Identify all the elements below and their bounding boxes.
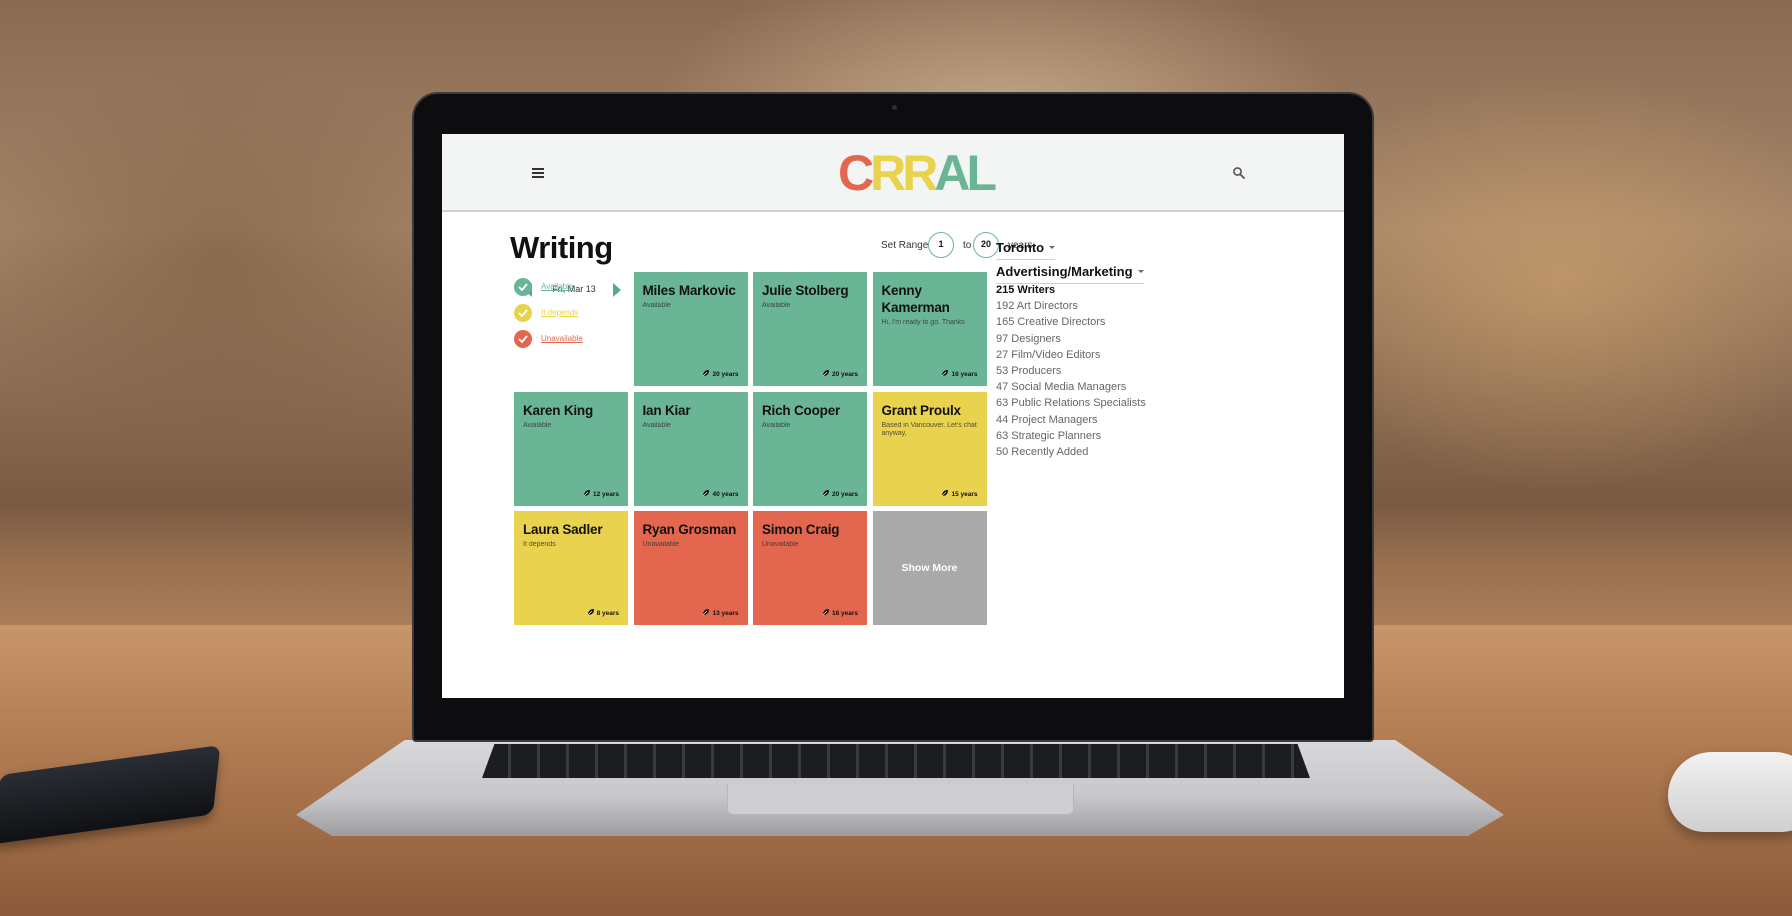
category-item[interactable]: 165 Creative Directors (996, 314, 1156, 330)
writer-status: Available (762, 302, 791, 309)
writer-status: Based in Vancouver. Let's chat anyway, (881, 421, 977, 437)
logo-letter: C (838, 145, 874, 201)
range-min-input[interactable]: 1 (928, 232, 954, 258)
leaf-icon (702, 489, 712, 498)
writer-status: Unavailable (642, 541, 680, 548)
writer-card[interactable]: Rich Cooper Available 20 years (753, 391, 867, 506)
category-item[interactable]: 215 Writers (996, 282, 1156, 298)
experience-years: 16 years (941, 369, 978, 378)
category-item[interactable]: 63 Public Relations Specialists (996, 395, 1156, 411)
experience-years-label: 16 years (951, 371, 978, 378)
laptop-trackpad (727, 784, 1074, 815)
search-icon[interactable] (1232, 166, 1246, 180)
city-dropdown[interactable]: Toronto (996, 240, 1056, 260)
industry-dropdown[interactable]: Advertising/Marketing (996, 264, 1144, 284)
category-list: 215 Writers 192 Art Directors 165 Creative… (996, 282, 1156, 460)
experience-years: 40 years (702, 489, 739, 498)
experience-years: 15 years (941, 489, 978, 498)
experience-years: 20 years (822, 369, 858, 378)
writer-status: Available (642, 421, 671, 429)
show-more-button[interactable]: Show More (872, 511, 987, 625)
experience-years: 16 years (822, 608, 858, 617)
leaf-icon (587, 609, 597, 617)
experience-years: 13 years (702, 608, 739, 617)
computer-mouse (1668, 752, 1792, 832)
crral-logo[interactable]: CRRAL (838, 145, 997, 201)
experience-years: 20 years (822, 489, 858, 498)
writer-card[interactable]: Ryan Grosman Unavailable 13 years (633, 511, 748, 625)
writer-status: Available (523, 421, 552, 429)
experience-years-label: 16 years (831, 610, 858, 617)
writer-card[interactable]: Simon Craig Unavailable 16 years (753, 511, 867, 625)
experience-years-label: 8 years (596, 610, 619, 617)
leaf-icon (702, 370, 712, 378)
experience-years-label: 12 years (592, 490, 619, 498)
experience-years-label: 20 years (712, 371, 739, 378)
hamburger-icon[interactable] (532, 168, 544, 178)
experience-years: 12 years (583, 489, 619, 498)
category-item[interactable]: 192 Art Directors (996, 298, 1156, 314)
writer-card[interactable]: Julie Stolberg Available 20 years (753, 272, 867, 386)
writer-card-grid: Miles Markovic Available 20 years Julie Sto… (514, 272, 988, 628)
writer-name: Rich Cooper (762, 402, 841, 418)
writer-name: Karen King (523, 402, 594, 418)
leaf-icon (822, 489, 832, 498)
logo-letter: L (966, 145, 996, 201)
webcam (892, 105, 897, 110)
logo-letter: R (902, 145, 938, 201)
writer-status: It depends (523, 541, 556, 548)
category-item[interactable]: 27 Film/Video Editors (996, 347, 1156, 363)
writer-name: Ryan Grosman (642, 522, 737, 537)
leaf-icon (941, 370, 951, 378)
leaf-icon (583, 489, 593, 498)
leaf-icon (702, 609, 712, 617)
show-more-label: Show More (901, 562, 958, 574)
experience-years: 8 years (587, 608, 619, 617)
app-screen: CRRAL Writing Set Range: 1 to 20 years F… (442, 134, 1344, 698)
writer-card[interactable]: Karen King Available 12 years (514, 391, 628, 506)
writer-name: Kenny Kamerman (881, 283, 950, 315)
logo-letter: A (934, 145, 970, 201)
logo-letter: R (870, 145, 906, 201)
experience-years-label: 20 years (831, 371, 858, 378)
leaf-icon (822, 609, 832, 617)
leaf-icon (822, 370, 832, 378)
writer-status: Available (642, 302, 671, 309)
experience-years-label: 20 years (831, 490, 858, 498)
page-title: Writing (510, 230, 613, 265)
app-header: CRRAL (442, 134, 1344, 212)
category-item[interactable]: 47 Social Media Managers (996, 379, 1156, 395)
writer-card[interactable]: Grant Proulx Based in Vancouver. Let's ch… (872, 391, 987, 506)
laptop-keyboard (482, 744, 1310, 778)
category-item[interactable]: 44 Project Managers (996, 412, 1156, 428)
category-item[interactable]: 50 Recently Added (996, 444, 1156, 460)
writer-status: Available (762, 421, 791, 429)
city-dropdown-label: Toronto (996, 240, 1045, 255)
writer-card[interactable]: Miles Markovic Available 20 years (633, 272, 748, 386)
writer-card[interactable]: Kenny Kamerman Hi, I'm ready to go. Thank… (872, 272, 987, 386)
experience-years-label: 40 years (712, 490, 739, 498)
experience-years: 20 years (702, 369, 739, 378)
writer-card[interactable]: Ian Kiar Available 40 years (633, 391, 748, 506)
experience-years-label: 15 years (951, 490, 978, 498)
writer-name: Ian Kiar (642, 402, 691, 418)
writer-name: Julie Stolberg (762, 283, 849, 298)
writer-name: Miles Markovic (642, 283, 736, 298)
writer-status: Hi, I'm ready to go. Thanks (881, 319, 965, 326)
writer-status: Unavailable (762, 541, 799, 548)
category-item[interactable]: 97 Designers (996, 331, 1156, 347)
experience-years-label: 13 years (712, 610, 739, 617)
chevron-down-icon (1049, 246, 1056, 249)
writer-card[interactable]: Laura Sadler It depends 8 years (514, 511, 628, 625)
writer-name: Grant Proulx (881, 402, 962, 418)
category-item[interactable]: 53 Producers (996, 363, 1156, 379)
category-item[interactable]: 63 Strategic Planners (996, 428, 1156, 444)
writer-name: Simon Craig (762, 522, 840, 537)
industry-dropdown-label: Advertising/Marketing (996, 264, 1133, 279)
chevron-down-icon (1137, 270, 1144, 273)
range-to-label: to (963, 240, 972, 251)
writer-name: Laura Sadler (523, 522, 603, 537)
leaf-icon (941, 489, 951, 498)
range-label: Set Range: (881, 240, 932, 251)
